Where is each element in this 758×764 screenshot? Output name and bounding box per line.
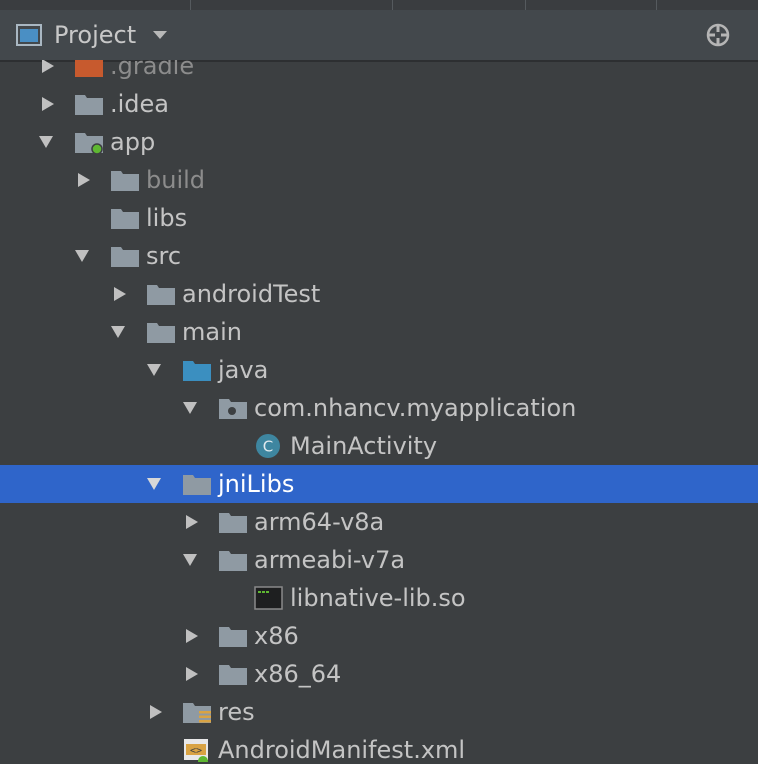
svg-text:C: C xyxy=(263,438,273,456)
tree-item-idea[interactable]: .idea xyxy=(0,85,758,123)
project-view-icon[interactable] xyxy=(16,24,42,46)
crosshair-icon[interactable] xyxy=(705,22,731,48)
svg-text:<>: <> xyxy=(190,746,202,757)
chevron-down-icon[interactable] xyxy=(153,30,167,40)
tab-divider xyxy=(525,0,526,10)
tree-item-label: app xyxy=(110,128,156,156)
chevron-down-icon[interactable] xyxy=(182,552,198,568)
tree-item-libs[interactable]: libs xyxy=(0,199,758,237)
project-tree[interactable]: .gradle .idea app build libs src android… xyxy=(0,60,758,764)
tree-item-label: libnative-lib.so xyxy=(290,584,466,612)
chevron-down-icon[interactable] xyxy=(74,248,90,264)
tree-item-label: x86_64 xyxy=(254,660,342,688)
tree-item-x86[interactable]: x86 xyxy=(0,617,758,655)
tree-item-label: x86 xyxy=(254,622,299,650)
tree-item-arm64-v8a[interactable]: arm64-v8a xyxy=(0,503,758,541)
tree-item-label: androidTest xyxy=(182,280,321,308)
module-folder-icon xyxy=(75,133,103,154)
tree-item-label: .idea xyxy=(110,90,170,118)
folder-icon xyxy=(75,95,103,115)
tree-item-package[interactable]: com.nhancv.myapplication xyxy=(0,389,758,427)
chevron-right-icon[interactable] xyxy=(148,704,164,720)
tree-item-label: AndroidManifest.xml xyxy=(218,736,466,764)
panel-title[interactable]: Project xyxy=(54,21,136,49)
tree-item-label: jniLibs xyxy=(218,470,295,498)
tree-item-manifest[interactable]: <> AndroidManifest.xml xyxy=(0,731,758,764)
source-folder-icon xyxy=(183,361,211,381)
tree-item-build[interactable]: build xyxy=(0,161,758,199)
folder-icon xyxy=(219,551,247,571)
native-library-icon xyxy=(254,586,283,610)
folder-icon xyxy=(147,323,175,343)
tree-item-app[interactable]: app xyxy=(0,123,758,161)
chevron-right-icon[interactable] xyxy=(184,628,200,644)
tree-item-res[interactable]: res xyxy=(0,693,758,731)
tree-item-label: main xyxy=(182,318,242,346)
folder-icon xyxy=(111,209,139,229)
tree-item-armeabi-v7a[interactable]: armeabi-v7a xyxy=(0,541,758,579)
folder-icon xyxy=(111,171,139,191)
tree-item-label: MainActivity xyxy=(290,432,438,460)
tree-item-label: res xyxy=(218,698,255,726)
chevron-down-icon[interactable] xyxy=(146,476,162,492)
tree-item-mainactivity[interactable]: C MainActivity xyxy=(0,427,758,465)
chevron-down-icon[interactable] xyxy=(110,324,126,340)
chevron-right-icon[interactable] xyxy=(184,514,200,530)
tree-item-x86-64[interactable]: x86_64 xyxy=(0,655,758,693)
folder-icon xyxy=(219,665,247,685)
manifest-icon: <> xyxy=(184,739,208,762)
tree-item-label: arm64-v8a xyxy=(254,508,385,536)
tree-item-java[interactable]: java xyxy=(0,351,758,389)
tree-item-label: .gradle xyxy=(110,60,195,80)
chevron-right-icon[interactable] xyxy=(40,60,56,74)
tree-item-src[interactable]: src xyxy=(0,237,758,275)
tree-item-label: build xyxy=(146,166,206,194)
chevron-right-icon[interactable] xyxy=(76,172,92,188)
tree-item-label: java xyxy=(218,356,269,384)
folder-icon xyxy=(219,513,247,533)
tab-divider xyxy=(656,0,657,10)
chevron-right-icon[interactable] xyxy=(40,96,56,112)
tree-item-gradle[interactable]: .gradle xyxy=(0,60,758,85)
chevron-down-icon[interactable] xyxy=(38,134,54,150)
tree-item-jnilibs[interactable]: jniLibs xyxy=(0,465,758,503)
folder-icon xyxy=(111,247,139,267)
folder-icon xyxy=(183,475,211,495)
chevron-right-icon[interactable] xyxy=(112,286,128,302)
tree-item-label: libs xyxy=(146,204,188,232)
tree-item-label: com.nhancv.myapplication xyxy=(254,394,577,422)
excluded-folder-icon xyxy=(75,60,103,77)
class-icon: C xyxy=(256,434,280,458)
tree-item-androidtest[interactable]: androidTest xyxy=(0,275,758,313)
folder-icon xyxy=(147,285,175,305)
folder-icon xyxy=(219,627,247,647)
chevron-down-icon[interactable] xyxy=(146,362,162,378)
resource-folder-icon xyxy=(183,703,211,723)
tab-divider xyxy=(190,0,191,10)
tab-divider xyxy=(392,0,393,10)
project-panel-header: Project xyxy=(0,10,758,62)
tree-item-main[interactable]: main xyxy=(0,313,758,351)
chevron-right-icon[interactable] xyxy=(184,666,200,682)
tree-item-label: src xyxy=(146,242,182,270)
package-icon xyxy=(219,399,247,419)
tree-item-libnative-lib[interactable]: libnative-lib.so xyxy=(0,579,758,617)
chevron-down-icon[interactable] xyxy=(182,400,198,416)
tree-item-label: armeabi-v7a xyxy=(254,546,406,574)
